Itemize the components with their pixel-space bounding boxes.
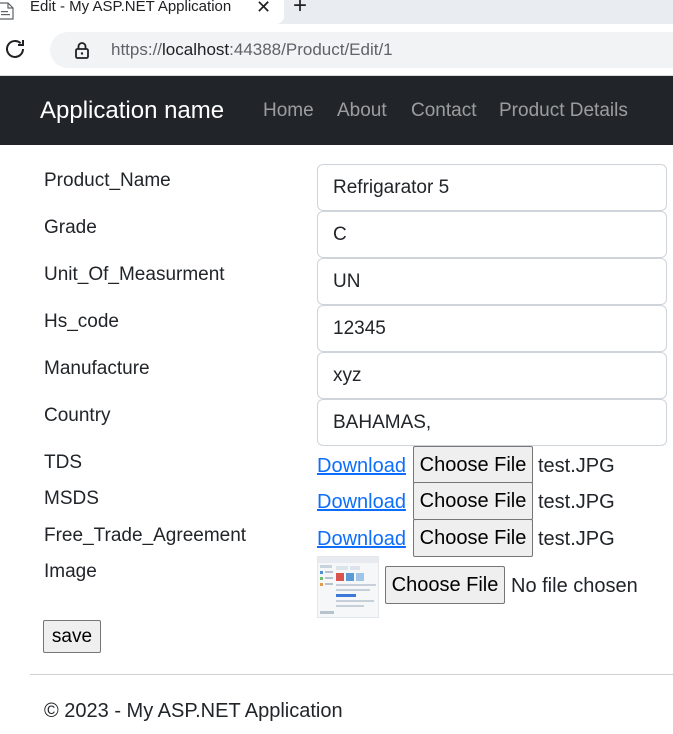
image-choose-file-button[interactable]: Choose File [385, 566, 505, 604]
label-manufacture: Manufacture [44, 358, 150, 379]
plus-icon[interactable]: + [293, 0, 307, 18]
msds-choose-file-button[interactable]: Choose File [413, 482, 533, 520]
page-icon [0, 2, 14, 20]
label-image: Image [44, 561, 97, 582]
label-tds: TDS [44, 452, 82, 473]
label-product-name: Product_Name [44, 170, 171, 191]
label-hs-code: Hs_code [44, 311, 119, 332]
fta-file-name: test.JPG [538, 528, 615, 550]
nav-link-product-details[interactable]: Product Details [499, 100, 628, 122]
fta-choose-file-button[interactable]: Choose File [413, 519, 533, 557]
tds-choose-file-button[interactable]: Choose File [413, 446, 533, 484]
reload-icon[interactable] [3, 37, 27, 61]
nav-link-about[interactable]: About [337, 100, 387, 122]
url-host: localhost [162, 40, 230, 59]
brand-link[interactable]: Application name [40, 96, 224, 126]
grade-input[interactable]: C [317, 211, 667, 258]
lock-icon[interactable] [73, 41, 91, 59]
label-grade: Grade [44, 217, 97, 238]
browser-tab-strip: Edit - My ASP.NET Application ✕ + [0, 0, 673, 24]
nav-link-contact[interactable]: Contact [411, 100, 476, 122]
hs-code-input[interactable]: 12345 [317, 305, 667, 352]
image-file-name: No file chosen [511, 575, 638, 597]
close-icon[interactable]: ✕ [256, 0, 271, 16]
label-unit-of-measurment: Unit_Of_Measurment [44, 264, 225, 285]
tab-title: Edit - My ASP.NET Application [30, 0, 232, 15]
save-button[interactable]: save [43, 620, 101, 653]
msds-file-name: test.JPG [538, 491, 615, 513]
unit-of-measurment-input[interactable]: UN [317, 258, 667, 305]
screenshot-thumbnail-icon [318, 557, 378, 614]
product-image-thumbnail [317, 556, 379, 618]
footer-divider [30, 674, 673, 675]
url-scheme: https:// [111, 40, 163, 59]
site-navbar: Application name Home About Contact Prod… [0, 76, 673, 145]
address-bar-row: https://localhost:44388/Product/Edit/1 [0, 24, 673, 76]
msds-download-link[interactable]: Download [317, 491, 406, 513]
manufacture-input[interactable]: xyz [317, 352, 667, 399]
product-name-input[interactable]: Refrigarator 5 [317, 164, 667, 211]
label-country: Country [44, 405, 111, 426]
nav-link-home[interactable]: Home [263, 100, 314, 122]
browser-tab[interactable]: Edit - My ASP.NET Application ✕ [0, 0, 284, 24]
label-msds: MSDS [44, 488, 99, 509]
footer-text: © 2023 - My ASP.NET Application [44, 700, 343, 722]
url-text: https://localhost:44388/Product/Edit/1 [111, 41, 393, 59]
tds-download-link[interactable]: Download [317, 455, 406, 477]
country-input[interactable]: BAHAMAS, [317, 399, 667, 446]
tds-file-name: test.JPG [538, 455, 615, 477]
url-path: :44388/Product/Edit/1 [229, 40, 393, 59]
fta-download-link[interactable]: Download [317, 528, 406, 550]
url-bar[interactable]: https://localhost:44388/Product/Edit/1 [50, 32, 673, 68]
label-free-trade-agreement: Free_Trade_Agreement [44, 525, 247, 546]
